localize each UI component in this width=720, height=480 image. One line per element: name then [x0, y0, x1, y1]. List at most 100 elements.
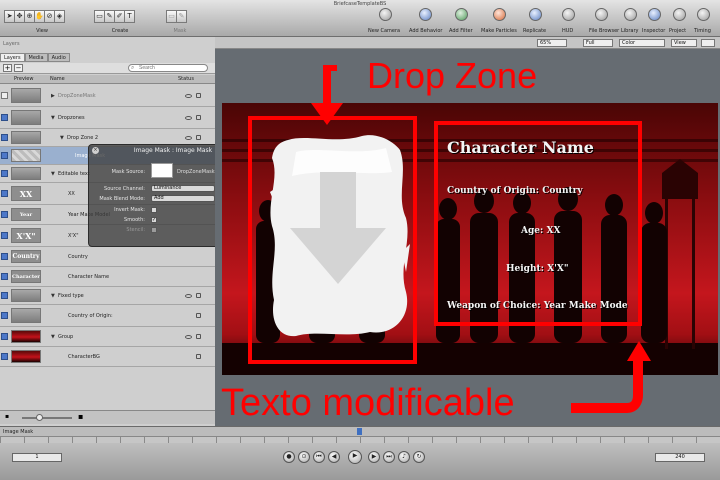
smooth-checkbox[interactable]: ✓: [151, 217, 157, 223]
layers-toolbar: + − ⌕: [0, 63, 215, 74]
col-preview[interactable]: Preview: [14, 76, 33, 82]
go-to-end-icon[interactable]: ⏭: [383, 451, 395, 463]
layer-visibility-checkbox[interactable]: [1, 333, 8, 340]
audio-icon[interactable]: ♪: [398, 451, 410, 463]
go-to-start-icon[interactable]: ⏮: [313, 451, 325, 463]
layer-row[interactable]: ▶ DropZoneMask: [0, 85, 215, 107]
layer-visibility-checkbox[interactable]: [1, 170, 8, 177]
project-icon[interactable]: [673, 8, 686, 21]
layer-visibility-checkbox[interactable]: [1, 273, 8, 280]
eye-icon[interactable]: [185, 136, 192, 140]
disclosure-triangle-icon[interactable]: ▼: [51, 115, 55, 121]
start-frame-field[interactable]: 1: [12, 453, 62, 462]
play-range-icon[interactable]: ⊙: [298, 451, 310, 463]
arrow-down-icon: [311, 65, 343, 125]
layer-visibility-checkbox[interactable]: [1, 292, 8, 299]
disclosure-triangle-icon[interactable]: ▼: [51, 334, 55, 340]
col-name[interactable]: Name: [50, 76, 65, 82]
record-icon[interactable]: ●: [283, 451, 295, 463]
lock-icon[interactable]: [196, 115, 201, 120]
layer-visibility-checkbox[interactable]: [1, 211, 8, 218]
timeline-transport-bar: Image Mask 1 ● ⊙ ⏮ ◀ ▶ ▶ ⏭ ♪ ↻ 240: [0, 426, 720, 480]
slider-knob[interactable]: [36, 414, 43, 421]
country-line-text[interactable]: Country of Origin: Country: [447, 186, 583, 196]
layer-row[interactable]: Character Character Name: [0, 267, 215, 287]
layer-row[interactable]: CharacterBG: [0, 347, 215, 367]
text-tool-icon[interactable]: T: [124, 10, 135, 23]
timing-icon[interactable]: [697, 8, 710, 21]
layer-visibility-checkbox[interactable]: [1, 232, 8, 239]
tab-media[interactable]: Media: [24, 53, 48, 62]
invert-mask-checkbox[interactable]: [151, 207, 157, 213]
channel-popup[interactable]: Color: [619, 39, 665, 47]
make-particles-icon[interactable]: [493, 8, 506, 21]
layer-row[interactable]: ▼ Dropzones: [0, 107, 215, 129]
tab-layers[interactable]: Layers: [0, 53, 25, 62]
thumbnail-size-slider[interactable]: [22, 417, 72, 419]
zoom-popup[interactable]: 65%: [537, 39, 567, 47]
layer-visibility-checkbox[interactable]: [1, 190, 8, 197]
new-camera-icon[interactable]: [379, 8, 392, 21]
view-popup[interactable]: View: [671, 39, 697, 47]
remove-layer-button[interactable]: −: [14, 64, 23, 72]
layout-popup[interactable]: [701, 39, 715, 47]
playhead-marker[interactable]: [357, 428, 362, 435]
eye-icon[interactable]: [185, 335, 192, 339]
layer-visibility-checkbox[interactable]: [1, 134, 8, 141]
blend-mode-popup[interactable]: Add: [151, 195, 215, 202]
tab-audio[interactable]: Audio: [47, 53, 70, 62]
height-line-text[interactable]: Height: X'X": [506, 264, 569, 274]
disclosure-triangle-icon[interactable]: ▶: [51, 93, 55, 99]
camera-orbit-icon[interactable]: ◈: [54, 10, 65, 23]
lock-icon[interactable]: [196, 354, 201, 359]
add-behavior-icon[interactable]: [419, 8, 432, 21]
source-channel-popup[interactable]: Luminance: [151, 185, 215, 192]
eye-icon[interactable]: [185, 294, 192, 298]
character-name-text[interactable]: Character Name: [447, 138, 594, 157]
replicate-icon[interactable]: [529, 8, 542, 21]
layer-visibility-checkbox[interactable]: [1, 353, 8, 360]
stencil-checkbox[interactable]: [151, 227, 157, 233]
play-icon[interactable]: ▶: [348, 450, 362, 464]
lock-icon[interactable]: [196, 135, 201, 140]
end-frame-field[interactable]: 240: [655, 453, 705, 462]
loop-icon[interactable]: ↻: [413, 451, 425, 463]
layer-visibility-checkbox[interactable]: [1, 92, 8, 99]
library-icon[interactable]: [624, 8, 637, 21]
add-filter-icon[interactable]: [455, 8, 468, 21]
lock-icon[interactable]: [196, 93, 201, 98]
layer-visibility-checkbox[interactable]: [1, 114, 8, 121]
disclosure-triangle-icon[interactable]: ▼: [51, 293, 55, 299]
layers-search-input[interactable]: [139, 65, 204, 71]
col-status[interactable]: Status: [178, 76, 194, 82]
step-forward-icon[interactable]: ▶: [368, 451, 380, 463]
inspector-icon[interactable]: [648, 8, 661, 21]
mask-bezier-icon[interactable]: ✎: [176, 10, 187, 23]
step-back-icon[interactable]: ◀: [328, 451, 340, 463]
layer-visibility-checkbox[interactable]: [1, 253, 8, 260]
lock-icon[interactable]: [196, 293, 201, 298]
mask-source-well[interactable]: [151, 163, 173, 178]
add-layer-button[interactable]: +: [3, 64, 12, 72]
file-browser-label: File Browser: [589, 28, 620, 34]
canvas-scene[interactable]: Character Name Country of Origin: Countr…: [222, 103, 718, 375]
lock-icon[interactable]: [196, 334, 201, 339]
layer-row[interactable]: ▼ Fixed type: [0, 287, 215, 305]
layer-visibility-checkbox[interactable]: [1, 312, 8, 319]
weapon-line-text[interactable]: Weapon of Choice: Year Make Mode: [447, 301, 628, 311]
eye-icon[interactable]: [185, 116, 192, 120]
hud-icon[interactable]: [562, 8, 575, 21]
layer-row[interactable]: Country of Origin:: [0, 305, 215, 327]
disclosure-triangle-icon[interactable]: ▼: [60, 135, 64, 141]
eye-icon[interactable]: [185, 94, 192, 98]
age-line-text[interactable]: Age: XX: [521, 226, 560, 236]
lock-icon[interactable]: [196, 313, 201, 318]
file-browser-icon[interactable]: [595, 8, 608, 21]
layer-row[interactable]: Country Country: [0, 247, 215, 267]
resolution-popup[interactable]: Full: [583, 39, 613, 47]
layer-row[interactable]: ▼ Group: [0, 327, 215, 347]
drop-zone-brush-art[interactable]: [266, 132, 410, 340]
disclosure-triangle-icon[interactable]: ▼: [51, 171, 55, 177]
timeline-ruler[interactable]: [0, 437, 720, 443]
layer-visibility-checkbox[interactable]: [1, 152, 8, 159]
